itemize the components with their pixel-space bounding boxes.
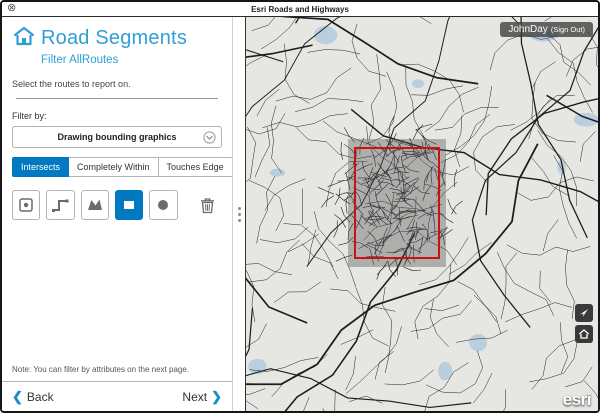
filter-by-label: Filter by: bbox=[12, 111, 222, 121]
home-icon bbox=[578, 328, 590, 340]
draw-polygon-tool[interactable] bbox=[81, 190, 109, 220]
selection-rectangle bbox=[354, 147, 440, 259]
tab-touches-edge[interactable]: Touches Edge bbox=[159, 157, 233, 177]
draw-point-tool[interactable] bbox=[12, 190, 40, 220]
chevron-down-icon bbox=[203, 131, 216, 149]
back-button[interactable]: ❮ Back bbox=[12, 389, 54, 405]
trash-icon bbox=[198, 196, 217, 215]
navigation-arrow-icon bbox=[578, 307, 590, 319]
page-title: Road Segments bbox=[41, 27, 187, 50]
draw-circle-icon bbox=[154, 196, 172, 214]
clear-graphics-button[interactable] bbox=[194, 190, 222, 220]
draw-rectangle-tool[interactable] bbox=[115, 190, 143, 220]
draw-polygon-icon bbox=[86, 196, 104, 214]
next-button[interactable]: Next ❯ bbox=[182, 389, 222, 405]
back-label: Back bbox=[27, 390, 54, 404]
next-label: Next bbox=[182, 390, 207, 404]
app-window: ⊗ Esri Roads and Highways Road Segments … bbox=[0, 0, 600, 413]
note-text: Note: You can filter by attributes on th… bbox=[12, 365, 222, 374]
close-icon[interactable]: ⊗ bbox=[7, 3, 16, 14]
panel-header: Road Segments bbox=[12, 25, 222, 52]
panel-splitter bbox=[232, 17, 245, 411]
left-panel: Road Segments Filter AllRoutes Select th… bbox=[2, 17, 232, 411]
draw-circle-tool[interactable] bbox=[149, 190, 177, 220]
tab-intersects[interactable]: Intersects bbox=[12, 157, 69, 177]
home-extent-button[interactable] bbox=[575, 325, 593, 343]
user-name: JohnDay bbox=[508, 24, 547, 35]
filter-method-dropdown[interactable]: Drawing bounding graphics bbox=[12, 126, 222, 148]
draw-rectangle-icon bbox=[120, 196, 138, 214]
draw-tools bbox=[12, 190, 222, 220]
draw-line-tool[interactable] bbox=[46, 190, 74, 220]
window-title: Esri Roads and Highways bbox=[251, 5, 349, 14]
draw-point-icon bbox=[17, 196, 35, 214]
divider-line bbox=[16, 98, 218, 99]
chevron-left-icon: ❮ bbox=[12, 389, 23, 405]
spatial-relation-tabs: Intersects Completely Within Touches Edg… bbox=[12, 157, 222, 177]
chevron-right-icon: ❯ bbox=[211, 389, 222, 405]
splitter-drag-handle[interactable] bbox=[235, 201, 244, 228]
wizard-nav: ❮ Back Next ❯ bbox=[2, 381, 232, 411]
filter-allroutes-link[interactable]: Filter AllRoutes bbox=[41, 54, 222, 66]
map-controls bbox=[575, 304, 593, 343]
home-house-icon bbox=[12, 25, 36, 52]
sign-out-link[interactable]: (Sign Out) bbox=[551, 25, 585, 34]
map-canvas[interactable]: JohnDay (Sign Out) esri bbox=[245, 17, 598, 411]
dropdown-value: Drawing bounding graphics bbox=[58, 132, 177, 142]
draw-line-icon bbox=[51, 196, 69, 214]
instruction-text: Select the routes to report on. bbox=[12, 79, 222, 89]
title-bar: ⊗ Esri Roads and Highways bbox=[2, 2, 598, 17]
esri-logo: esri bbox=[563, 390, 591, 410]
user-badge: JohnDay (Sign Out) bbox=[500, 22, 593, 37]
tab-completely-within[interactable]: Completely Within bbox=[69, 157, 159, 177]
locate-arrow-button[interactable] bbox=[575, 304, 593, 322]
